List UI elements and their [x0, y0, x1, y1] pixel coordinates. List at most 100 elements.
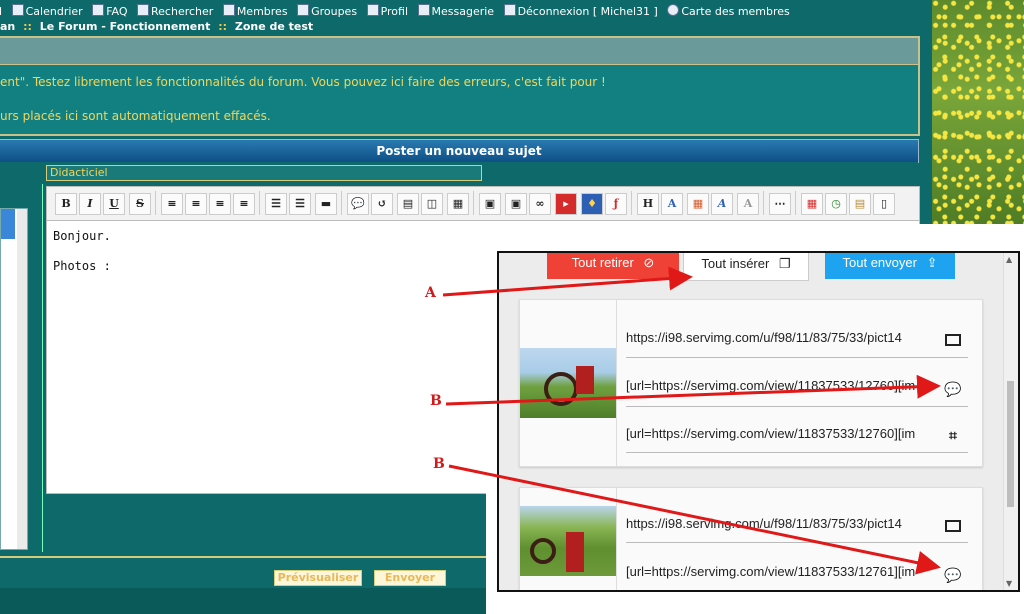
youtube-icon[interactable]: ▶	[555, 193, 577, 215]
editor-text-line: Bonjour.	[53, 229, 111, 243]
info-panel: ent". Testez librement les fonctionnalit…	[0, 36, 920, 136]
toolbar-divider	[341, 191, 342, 215]
info-panel-header	[0, 38, 918, 65]
image-icon[interactable]: ▣	[505, 193, 527, 215]
breadcrumb-item[interactable]: Zone de test	[235, 20, 313, 33]
bullet-list-icon[interactable]: ☰	[265, 193, 287, 215]
row-divider	[626, 357, 968, 358]
breadcrumb-separator: ::	[218, 20, 227, 33]
nav-item-partial[interactable]: il	[0, 5, 2, 18]
horizontal-rule-icon[interactable]: ▬	[315, 193, 337, 215]
nav-faq[interactable]: FAQ	[92, 4, 128, 18]
engine-shape	[576, 366, 594, 394]
justify-icon[interactable]: ≡	[233, 193, 255, 215]
chat-icon[interactable]: 💬	[944, 568, 962, 584]
source-mode-icon[interactable]: ▯	[873, 193, 895, 215]
scrollbar-thumb[interactable]	[1007, 381, 1014, 507]
bbcode-field[interactable]: [url=https://servimg.com/view/11837533/1…	[626, 378, 936, 393]
toolbar-divider	[795, 191, 796, 215]
scroll-up-icon[interactable]: ▲	[1006, 255, 1012, 264]
info-text-line: ent". Testez librement les fonctionnalit…	[0, 75, 606, 89]
underline-button[interactable]: U	[103, 193, 125, 215]
globe-icon	[667, 4, 680, 16]
table-icon[interactable]: ▦	[447, 193, 469, 215]
more-options-icon[interactable]: ⋯	[769, 193, 791, 215]
nav-profile[interactable]: Profil	[366, 4, 408, 18]
nav-member-map[interactable]: Carte des membres	[667, 4, 790, 18]
annotation-label-b: B	[433, 456, 445, 472]
quote-icon[interactable]: 💬	[347, 193, 369, 215]
breadcrumb-item[interactable]: Le Forum - Fonctionnement	[40, 20, 211, 33]
cancel-icon: ⊘	[643, 255, 655, 270]
chat-icon[interactable]: 💬	[944, 382, 962, 398]
toolbar-divider	[763, 191, 764, 215]
insert-all-button[interactable]: Tout insérer ❐	[683, 253, 809, 281]
annotation-label-b: B	[430, 393, 442, 409]
engine-shape	[566, 532, 584, 572]
image-card: https://i98.servimg.com/u/f98/11/83/75/3…	[519, 299, 983, 467]
image-url-field[interactable]: https://i98.servimg.com/u/f98/11/83/75/3…	[626, 330, 936, 345]
time-icon[interactable]: ◷	[825, 193, 847, 215]
bold-button[interactable]: B	[55, 193, 77, 215]
nav-messaging[interactable]: Messagerie	[417, 4, 494, 18]
nav-groups[interactable]: Groupes	[297, 4, 357, 18]
groups-icon	[297, 4, 310, 16]
subject-input[interactable]: Didacticiel	[46, 165, 482, 181]
paste-icon[interactable]: ▤	[849, 193, 871, 215]
flash-icon[interactable]: ƒ	[605, 193, 627, 215]
toolbar-divider	[631, 191, 632, 215]
font-family-icon[interactable]: A	[711, 193, 733, 215]
link-icon[interactable]: ∞	[529, 193, 551, 215]
scroll-down-icon[interactable]: ▼	[1006, 579, 1012, 588]
image-icon[interactable]	[945, 520, 961, 532]
send-all-button[interactable]: Tout envoyer ⇪	[825, 253, 955, 279]
image-thumbnail[interactable]	[520, 348, 616, 418]
font-size-icon[interactable]: A	[661, 193, 683, 215]
logout-icon	[503, 4, 516, 16]
dailymotion-icon[interactable]: ♦	[581, 193, 603, 215]
crop-icon[interactable]: ⌗	[944, 428, 962, 444]
image-host-icon[interactable]: ▣	[479, 193, 501, 215]
card-divider	[616, 488, 617, 590]
nav-search[interactable]: Rechercher	[137, 4, 213, 18]
breadcrumb-separator: ::	[23, 20, 32, 33]
scrollbar[interactable]	[17, 209, 27, 549]
row-divider	[626, 452, 968, 453]
upload-icon: ⇪	[926, 255, 938, 270]
breadcrumb: an :: Le Forum - Fonctionnement :: Zone …	[0, 20, 313, 33]
spoiler-icon[interactable]: ▤	[397, 193, 419, 215]
popup-scrollbar[interactable]: ▲ ▼	[1003, 253, 1018, 590]
preview-button[interactable]: Prévisualiser	[274, 570, 362, 586]
nav-links: il Calendrier FAQ Rechercher Membres Gro…	[0, 4, 796, 18]
heading-icon[interactable]: H	[637, 193, 659, 215]
code-icon[interactable]: ↺	[371, 193, 393, 215]
row-divider	[626, 542, 968, 543]
align-left-icon[interactable]: ≡	[161, 193, 183, 215]
numbered-list-icon[interactable]: ☰	[289, 193, 311, 215]
toolbar-divider	[259, 191, 260, 215]
remove-all-button[interactable]: Tout retirer ⊘	[547, 253, 679, 279]
list-selection	[1, 209, 15, 239]
date-icon[interactable]: ▦	[801, 193, 823, 215]
nav-calendar[interactable]: Calendrier	[11, 4, 83, 18]
nav-members[interactable]: Membres	[222, 4, 288, 18]
strikethrough-button[interactable]: S	[129, 193, 151, 215]
hide-icon[interactable]: ◫	[421, 193, 443, 215]
align-right-icon[interactable]: ≡	[209, 193, 231, 215]
bbcode-field[interactable]: [url=https://servimg.com/view/11837533/1…	[626, 564, 936, 579]
bbcode-field[interactable]: [url=https://servimg.com/view/11837533/1…	[626, 426, 936, 441]
info-text-line: urs placés ici sont automatiquement effa…	[0, 109, 271, 123]
smiley-list[interactable]	[0, 208, 28, 550]
send-button[interactable]: Envoyer	[374, 570, 446, 586]
color-icon[interactable]: ▦	[687, 193, 709, 215]
breadcrumb-item[interactable]: an	[0, 20, 15, 33]
image-url-field[interactable]: https://i98.servimg.com/u/f98/11/83/75/3…	[626, 516, 936, 531]
align-center-icon[interactable]: ≡	[185, 193, 207, 215]
nav-logout[interactable]: Déconnexion [ Michel31 ]	[503, 4, 658, 18]
remove-format-icon[interactable]: A	[737, 193, 759, 215]
profile-icon	[366, 4, 379, 16]
italic-button[interactable]: I	[79, 193, 101, 215]
mail-icon	[417, 4, 430, 16]
image-icon[interactable]	[945, 334, 961, 346]
image-thumbnail[interactable]	[520, 506, 616, 576]
